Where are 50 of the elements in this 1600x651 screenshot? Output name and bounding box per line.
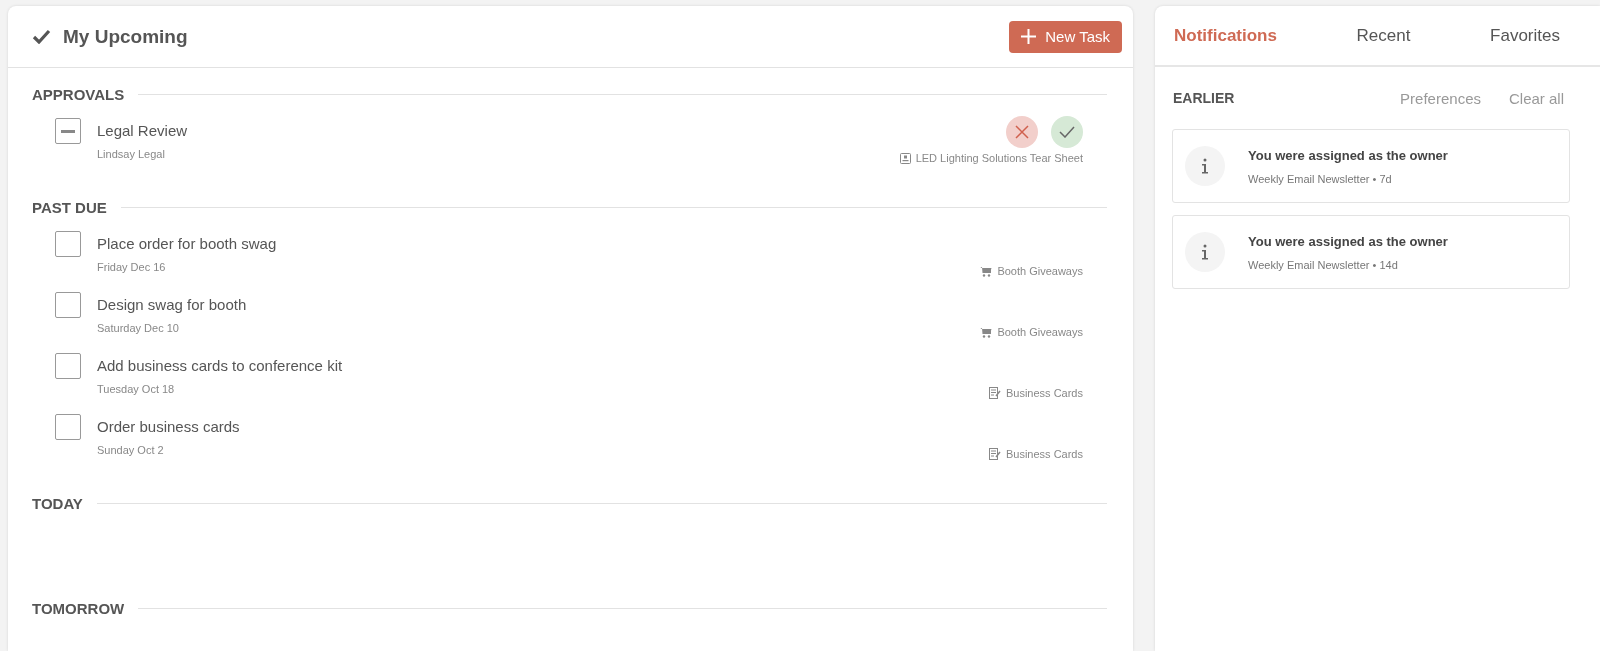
check-icon (32, 29, 51, 44)
task-subtitle: Friday Dec 16 (97, 261, 167, 273)
close-icon (1015, 125, 1029, 139)
project-link[interactable]: Business Cards (1005, 448, 1083, 460)
task-subtitle: Sunday Oct 2 (97, 444, 165, 456)
reject-button[interactable] (1006, 116, 1038, 148)
section-heading: TOMORROW (32, 599, 125, 617)
tab[interactable]: Recent (1356, 25, 1411, 46)
project-link[interactable]: LED Lighting Solutions Tear Sheet (915, 152, 1083, 164)
notes-icon (988, 387, 1001, 399)
notification-title: You were assigned as the owner (1248, 233, 1448, 249)
notification-detail: Weekly Email Newsletter • 14d (1248, 258, 1399, 271)
notification-card[interactable]: You were assigned as the owner Weekly Email Newsletter • 14d (1172, 215, 1570, 289)
approval-checkbox[interactable] (55, 118, 81, 144)
task-title[interactable]: Legal Review (97, 122, 900, 139)
project-link[interactable]: Booth Giveaways (997, 265, 1083, 277)
task-title[interactable]: Add business cards to conference kit (97, 357, 989, 374)
section-heading: EARLIER (1173, 90, 1236, 106)
section-heading: PAST DUE (32, 198, 107, 216)
task-checkbox[interactable] (55, 292, 81, 318)
info-icon (1185, 232, 1225, 272)
task-title[interactable]: Order business cards (97, 418, 989, 435)
approve-button[interactable] (1051, 116, 1083, 148)
page-title: My Upcoming (63, 25, 189, 48)
check-icon (1059, 126, 1075, 138)
task-title[interactable]: Design swag for booth (97, 296, 981, 313)
task-subtitle: Lindsay Legal (97, 148, 166, 160)
minus-icon (61, 129, 75, 133)
section-heading: APPROVALS (32, 85, 125, 103)
notification-card[interactable]: You were assigned as the owner Weekly Email Newsletter • 7d (1172, 129, 1570, 203)
document-icon (899, 152, 911, 164)
tab[interactable]: Notifications (1174, 25, 1277, 46)
task-title[interactable]: Place order for booth swag (97, 235, 981, 252)
info-icon (1185, 146, 1225, 186)
plus-icon (1021, 29, 1037, 44)
section-heading: TODAY (32, 494, 83, 512)
new-task-button[interactable]: New Task (1009, 20, 1122, 53)
task-checkbox[interactable] (55, 231, 81, 257)
cart-icon (980, 265, 993, 277)
project-link[interactable]: Business Cards (1005, 387, 1083, 399)
notification-detail: Weekly Email Newsletter • 7d (1248, 172, 1393, 185)
task-subtitle: Tuesday Oct 18 (97, 383, 176, 395)
tab[interactable]: Favorites (1490, 25, 1560, 46)
cart-icon (980, 326, 993, 338)
task-checkbox[interactable] (55, 414, 81, 440)
project-link[interactable]: Booth Giveaways (997, 326, 1083, 338)
task-checkbox[interactable] (55, 353, 81, 379)
task-subtitle: Saturday Dec 10 (97, 322, 180, 334)
notification-title: You were assigned as the owner (1248, 147, 1448, 163)
notes-icon (988, 448, 1001, 460)
